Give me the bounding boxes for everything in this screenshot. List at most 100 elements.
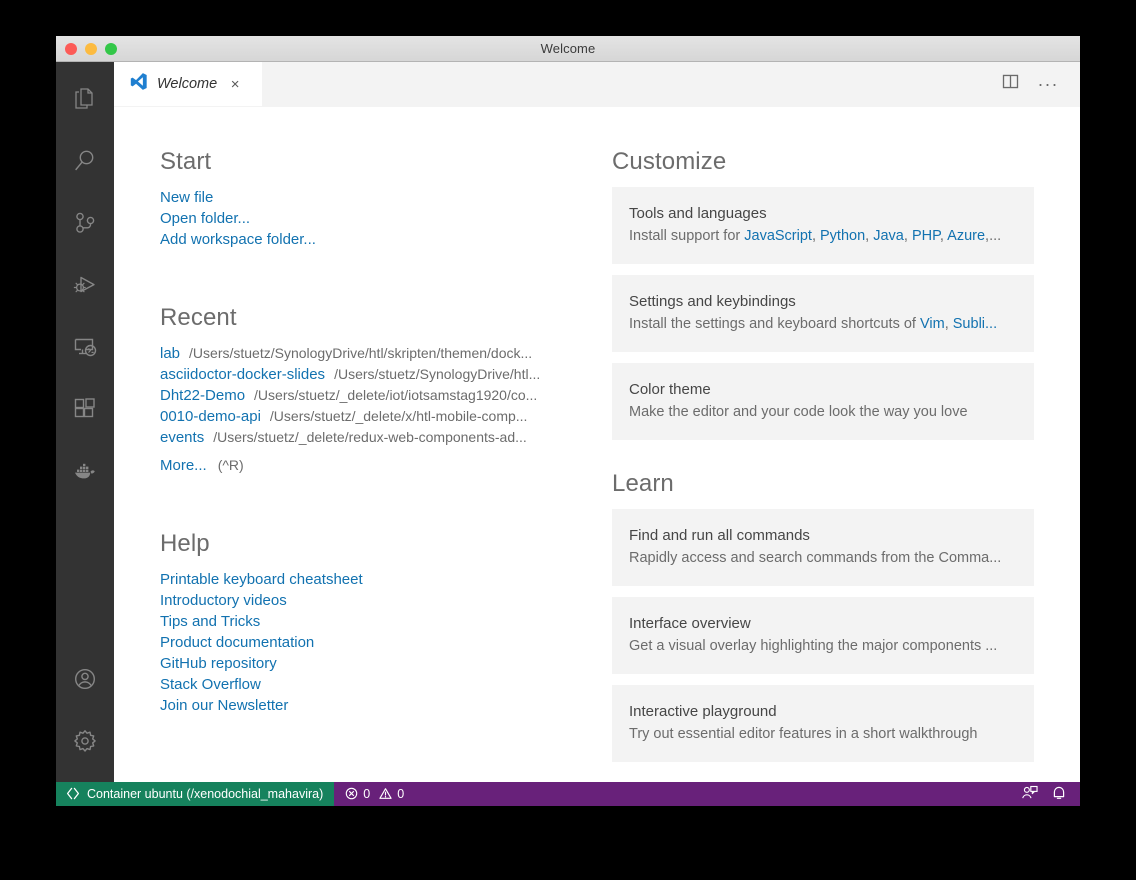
tab-welcome[interactable]: Welcome × [114,62,262,106]
customize-card-color-theme[interactable]: Color theme Make the editor and your cod… [612,363,1034,440]
learn-section-title: Learn [612,470,674,497]
card-title: Color theme [629,381,711,398]
window-titlebar: Welcome [56,36,1080,62]
recent-item[interactable]: Dht22-Demo /Users/stuetz/_delete/iot/iot… [160,385,560,406]
status-remote-label: Container ubuntu (/xenodochial_mahavira) [87,787,324,802]
start-link-open-folder[interactable]: Open folder... [160,208,560,229]
card-description: Make the editor and your code look the w… [629,401,1017,423]
help-section-title: Help [160,530,210,557]
docker-whale-icon [72,458,98,484]
keymap-link-sublime[interactable]: Subli... [953,316,997,332]
keymap-link-vim[interactable]: Vim [920,316,945,332]
lang-link-php[interactable]: PHP [912,228,940,244]
start-link-add-workspace-folder[interactable]: Add workspace folder... [160,229,560,250]
status-remote-indicator[interactable]: Container ubuntu (/xenodochial_mahavira) [56,782,335,806]
recent-item-name[interactable]: asciidoctor-docker-slides [160,364,325,385]
recent-item[interactable]: lab /Users/stuetz/SynologyDrive/htl/skri… [160,343,560,364]
help-link-tips-and-tricks[interactable]: Tips and Tricks [160,611,560,632]
help-link-github-repository[interactable]: GitHub repository [160,653,560,674]
warning-triangle-icon [379,787,392,803]
recent-more-link[interactable]: More... [160,455,207,476]
status-warning-count: 0 [397,787,405,802]
recent-item-name[interactable]: lab [160,343,180,364]
sidebar-item-docker[interactable] [56,440,114,502]
help-link-printable-keyboard-cheatsheet[interactable]: Printable keyboard cheatsheet [160,569,560,590]
learn-card-find-and-run-all-commands[interactable]: Find and run all commands Rapidly access… [612,509,1034,586]
window-controls[interactable] [65,36,117,61]
start-link-new-file[interactable]: New file [160,187,560,208]
lang-link-python[interactable]: Python [820,228,865,244]
learn-card-interactive-playground[interactable]: Interactive playground Try out essential… [612,685,1034,762]
status-problems[interactable]: 0 0 [334,782,413,806]
recent-item[interactable]: 0010-demo-api /Users/stuetz/_delete/x/ht… [160,406,560,427]
ide-body: Welcome × ··· Start New file Open folder… [56,62,1080,806]
card-desc-suffix: ,... [985,228,1002,244]
recent-item-path: /Users/stuetz/_delete/iot/iotsamstag1920… [254,387,538,403]
more-actions-button[interactable]: ··· [1034,70,1062,98]
recent-item[interactable]: asciidoctor-docker-slides /Users/stuetz/… [160,364,560,385]
sidebar-item-search[interactable] [56,130,114,192]
card-description: Install support for JavaScript, Python, … [629,228,1002,244]
card-title: Interactive playground [629,703,777,720]
ide-main: Welcome × ··· Start New file Open folder… [56,62,1080,782]
sidebar-item-run-and-debug[interactable] [56,254,114,316]
activity-bar-bottom-group [56,648,114,782]
error-circle-icon [345,787,358,803]
start-section-title: Start [160,148,212,175]
status-notifications-button[interactable] [1044,782,1074,806]
maximize-window-button[interactable] [105,42,117,55]
search-icon [72,148,98,174]
lang-link-azure[interactable]: Azure [947,228,985,244]
status-bar: Container ubuntu (/xenodochial_mahavira)… [56,782,1080,806]
lang-link-javascript[interactable]: JavaScript [744,228,812,244]
card-desc-prefix: Install support for [629,228,745,244]
customize-card-settings-and-keybindings[interactable]: Settings and keybindings Install the set… [612,275,1034,352]
help-links: Printable keyboard cheatsheet Introducto… [160,569,560,716]
recent-more-row: More... (^R) [160,455,560,476]
card-title: Tools and languages [629,205,767,222]
editor-area: Welcome × ··· Start New file Open folder… [114,62,1080,782]
learn-card-interface-overview[interactable]: Interface overview Get a visual overlay … [612,597,1034,674]
recent-item-path: /Users/stuetz/_delete/x/htl-mobile-comp.… [269,408,528,424]
sidebar-item-remote-explorer[interactable] [56,316,114,378]
recent-item-name[interactable]: Dht22-Demo [160,385,245,406]
recent-item[interactable]: events /Users/stuetz/_delete/redux-web-c… [160,427,560,448]
split-editor-button[interactable] [996,70,1024,98]
customize-card-tools-and-languages[interactable]: Tools and languages Install support for … [612,187,1034,264]
sidebar-item-source-control[interactable] [56,192,114,254]
tabs-filler [262,62,996,106]
sidebar-item-manage-settings[interactable] [56,710,114,772]
live-share-icon [1021,785,1038,804]
screenshot-root: Welcome Welcome × ··· Start New file Ope… [0,0,1136,880]
recent-item-name[interactable]: 0010-demo-api [160,406,261,427]
customize-section-title: Customize [612,148,727,175]
lang-link-java[interactable]: Java [873,228,904,244]
activity-bar [56,62,114,782]
help-link-join-our-newsletter[interactable]: Join our Newsletter [160,695,560,716]
ellipsis-icon: ··· [1037,74,1059,94]
vscode-window: Welcome Welcome × ··· Start New file Ope… [56,36,1080,806]
status-bar-spacer [413,782,1014,806]
recent-section-title: Recent [160,304,237,331]
bell-icon [1051,785,1067,804]
tab-label: Welcome [157,76,218,92]
recent-item-path: /Users/stuetz/_delete/redux-web-componen… [213,429,527,445]
sidebar-item-extensions[interactable] [56,378,114,440]
run-debug-icon [72,272,98,298]
close-window-button[interactable] [65,42,77,55]
welcome-left-column: Start New file Open folder... Add worksp… [160,148,560,782]
sidebar-item-explorer[interactable] [56,68,114,130]
recent-item-path: /Users/stuetz/SynologyDrive/htl/skripten… [189,345,533,361]
card-desc-prefix: Make the editor and your code look the w… [629,404,968,420]
help-link-product-documentation[interactable]: Product documentation [160,632,560,653]
close-icon[interactable]: × [226,75,244,93]
minimize-window-button[interactable] [85,42,97,55]
sidebar-item-accounts[interactable] [56,648,114,710]
card-desc-prefix: Install the settings and keyboard shortc… [629,316,920,332]
recent-item-name[interactable]: events [160,427,204,448]
help-link-stack-overflow[interactable]: Stack Overflow [160,674,560,695]
help-link-introductory-videos[interactable]: Introductory videos [160,590,560,611]
card-description: Install the settings and keyboard shortc… [629,316,998,332]
status-live-share-button[interactable] [1014,782,1044,806]
welcome-right-column: Customize Tools and languages Install su… [612,148,1034,782]
